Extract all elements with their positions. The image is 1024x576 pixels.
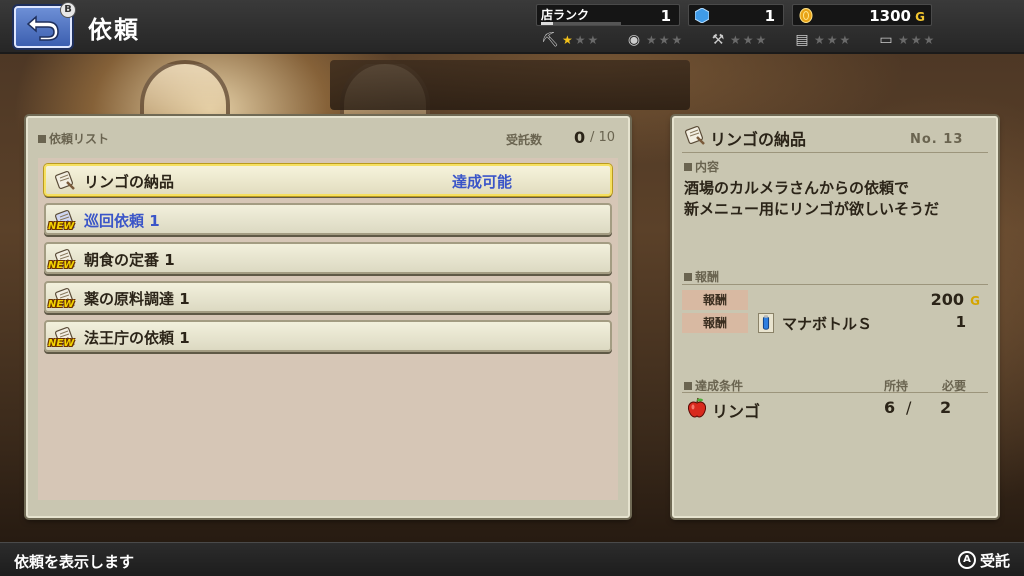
gold-box: 1300 G [792, 4, 932, 26]
star-icon: ★ [898, 33, 909, 47]
shop-rank-label: 店ランク [541, 8, 590, 22]
condition-need-count: 2 [940, 398, 952, 417]
accepted-count-current: 0 [574, 128, 586, 147]
accept-label: 受託 [979, 551, 1010, 570]
quest-status: 達成可能 [452, 173, 513, 191]
shop-rank-value: 1 [660, 7, 671, 25]
quest-list-panel: 依頼リスト 受託数 0 / 10 リンゴの納品 達成可能 NEW 巡回依頼 1 NEW 朝… [26, 116, 630, 518]
shop-rank-box: 店ランク 1 [536, 4, 680, 26]
new-badge: NEW [48, 299, 75, 310]
quest-list-item[interactable]: NEW 法王庁の依頼 1 [44, 320, 612, 352]
star-icon: ★ [671, 33, 683, 47]
bottom-bar: 依頼を表示します A 受託 [0, 542, 1024, 576]
skill-rating: ⛏ ★ ★ ★ [540, 30, 620, 50]
quest-list-heading: 依頼リスト [38, 130, 109, 147]
reward-heading: 報酬 [684, 268, 719, 285]
quest-detail-title: リンゴの納品 [710, 130, 807, 149]
star-icon: ★ [839, 33, 851, 47]
reward-tag: 報酬 [682, 290, 748, 310]
quest-list-item[interactable]: NEW 朝食の定番 1 [44, 242, 612, 274]
star-icon: ★ [910, 33, 922, 47]
star-icon: ★ [574, 33, 586, 47]
quest-description-line: 新メニュー用にリンゴが欲しいそうだ [684, 200, 940, 218]
gem-icon [695, 8, 709, 23]
divider [682, 284, 988, 285]
back-arrow-icon [26, 15, 59, 41]
reward-item-name: マナボトルＳ [782, 315, 873, 333]
star-icon: ★ [923, 33, 935, 47]
reward-tag: 報酬 [682, 313, 748, 333]
gem-count: 1 [764, 7, 775, 25]
gem-box: 1 [688, 4, 784, 26]
star-icon: ★ [814, 33, 825, 47]
quest-name: リンゴの納品 [84, 173, 175, 191]
skill-rating: ▤ ★ ★ ★ [792, 30, 872, 50]
star-icon: ★ [587, 33, 599, 47]
star-icon: ★ [658, 33, 670, 47]
divider [682, 152, 988, 153]
quest-name: 巡回依頼 1 [84, 212, 160, 230]
quest-scroll-icon [684, 125, 705, 145]
page-title: 依頼 [88, 16, 140, 44]
quest-description-line: 酒場のカルメラさんからの依頼で [684, 179, 910, 197]
quest-name: 薬の原料調達 1 [84, 290, 190, 308]
top-bar: B 依頼 店ランク 1 1 1300 G ⛏ ★ ★ ★ ◉ ★ ★ ★ ⚒ ★ ★ ★ ▤ ★ ★ ★ ▭ ★ ★… [0, 0, 1024, 54]
accepted-count-max: / 10 [590, 130, 616, 145]
star-icon: ★ [742, 33, 754, 47]
b-button-badge: B [60, 2, 76, 18]
quest-name: 法王庁の依頼 1 [84, 329, 190, 347]
new-badge: NEW [48, 260, 75, 271]
accepted-count-label: 受託数 [506, 133, 543, 147]
star-icon: ★ [826, 33, 838, 47]
quest-list-item[interactable]: NEW 薬の原料調達 1 [44, 281, 612, 313]
shop-rank-progress-bar [541, 22, 621, 25]
star-icon: ★ [562, 33, 573, 47]
accept-button[interactable]: A 受託 [957, 550, 1010, 570]
quest-list-item[interactable]: NEW 巡回依頼 1 [44, 203, 612, 235]
new-badge: NEW [48, 338, 75, 349]
reward-item-quantity: 1 [955, 313, 966, 331]
crafting-skill-ratings: ⛏ ★ ★ ★ ◉ ★ ★ ★ ⚒ ★ ★ ★ ▤ ★ ★ ★ ▭ ★ ★ ★ [540, 30, 956, 50]
gold-coin-icon [799, 8, 813, 23]
quest-description: 酒場のカルメラさんからの依頼で 新メニュー用にリンゴが欲しいそうだ [684, 178, 994, 220]
gold-amount: 1300 [869, 7, 911, 25]
reward-gold-unit: G [970, 294, 980, 308]
quest-scroll-icon [54, 170, 75, 190]
skill-rating: ◉ ★ ★ ★ [624, 30, 704, 50]
help-text: 依頼を表示します [14, 553, 135, 571]
hammer-icon: ⚒ [711, 32, 725, 48]
apple-icon [688, 397, 706, 418]
quest-list-item[interactable]: リンゴの納品 達成可能 [44, 164, 612, 196]
pot-icon: ◉ [627, 32, 641, 48]
condition-have-count: 6 [884, 398, 896, 417]
new-badge: NEW [48, 221, 75, 232]
reward-row-gold: 報酬 200 G [682, 290, 990, 310]
reward-row-item: 報酬 マナボトルＳ 1 [682, 313, 990, 333]
quest-detail-panel: リンゴの納品 No. 13 内容 酒場のカルメラさんからの依頼で 新メニュー用に… [672, 116, 998, 518]
background-chandelier [330, 60, 690, 110]
content-heading: 内容 [684, 158, 719, 175]
condition-separator: / [906, 398, 912, 417]
gold-unit: G [915, 10, 925, 24]
quest-number: No. 13 [910, 132, 964, 147]
skill-rating: ⚒ ★ ★ ★ [708, 30, 788, 50]
quest-name: 朝食の定番 1 [84, 251, 175, 269]
reward-gold-amount: 200 [930, 290, 964, 309]
quest-list: リンゴの納品 達成可能 NEW 巡回依頼 1 NEW 朝食の定番 1 NEW 薬の原料調達 1… [38, 158, 618, 500]
condition-row: リンゴ 6 / 2 [682, 396, 990, 421]
scroll-icon: ▭ [879, 32, 893, 48]
ladder-icon: ▤ [795, 32, 809, 48]
skill-rating: ▭ ★ ★ ★ [876, 30, 956, 50]
condition-item-name: リンゴ [712, 402, 761, 421]
star-icon: ★ [646, 33, 657, 47]
mana-bottle-icon [758, 313, 774, 333]
star-icon: ★ [755, 33, 767, 47]
a-button-icon: A [957, 551, 976, 569]
star-icon: ★ [730, 33, 741, 47]
pickaxe-icon: ⛏ [541, 32, 559, 48]
divider [682, 392, 988, 393]
